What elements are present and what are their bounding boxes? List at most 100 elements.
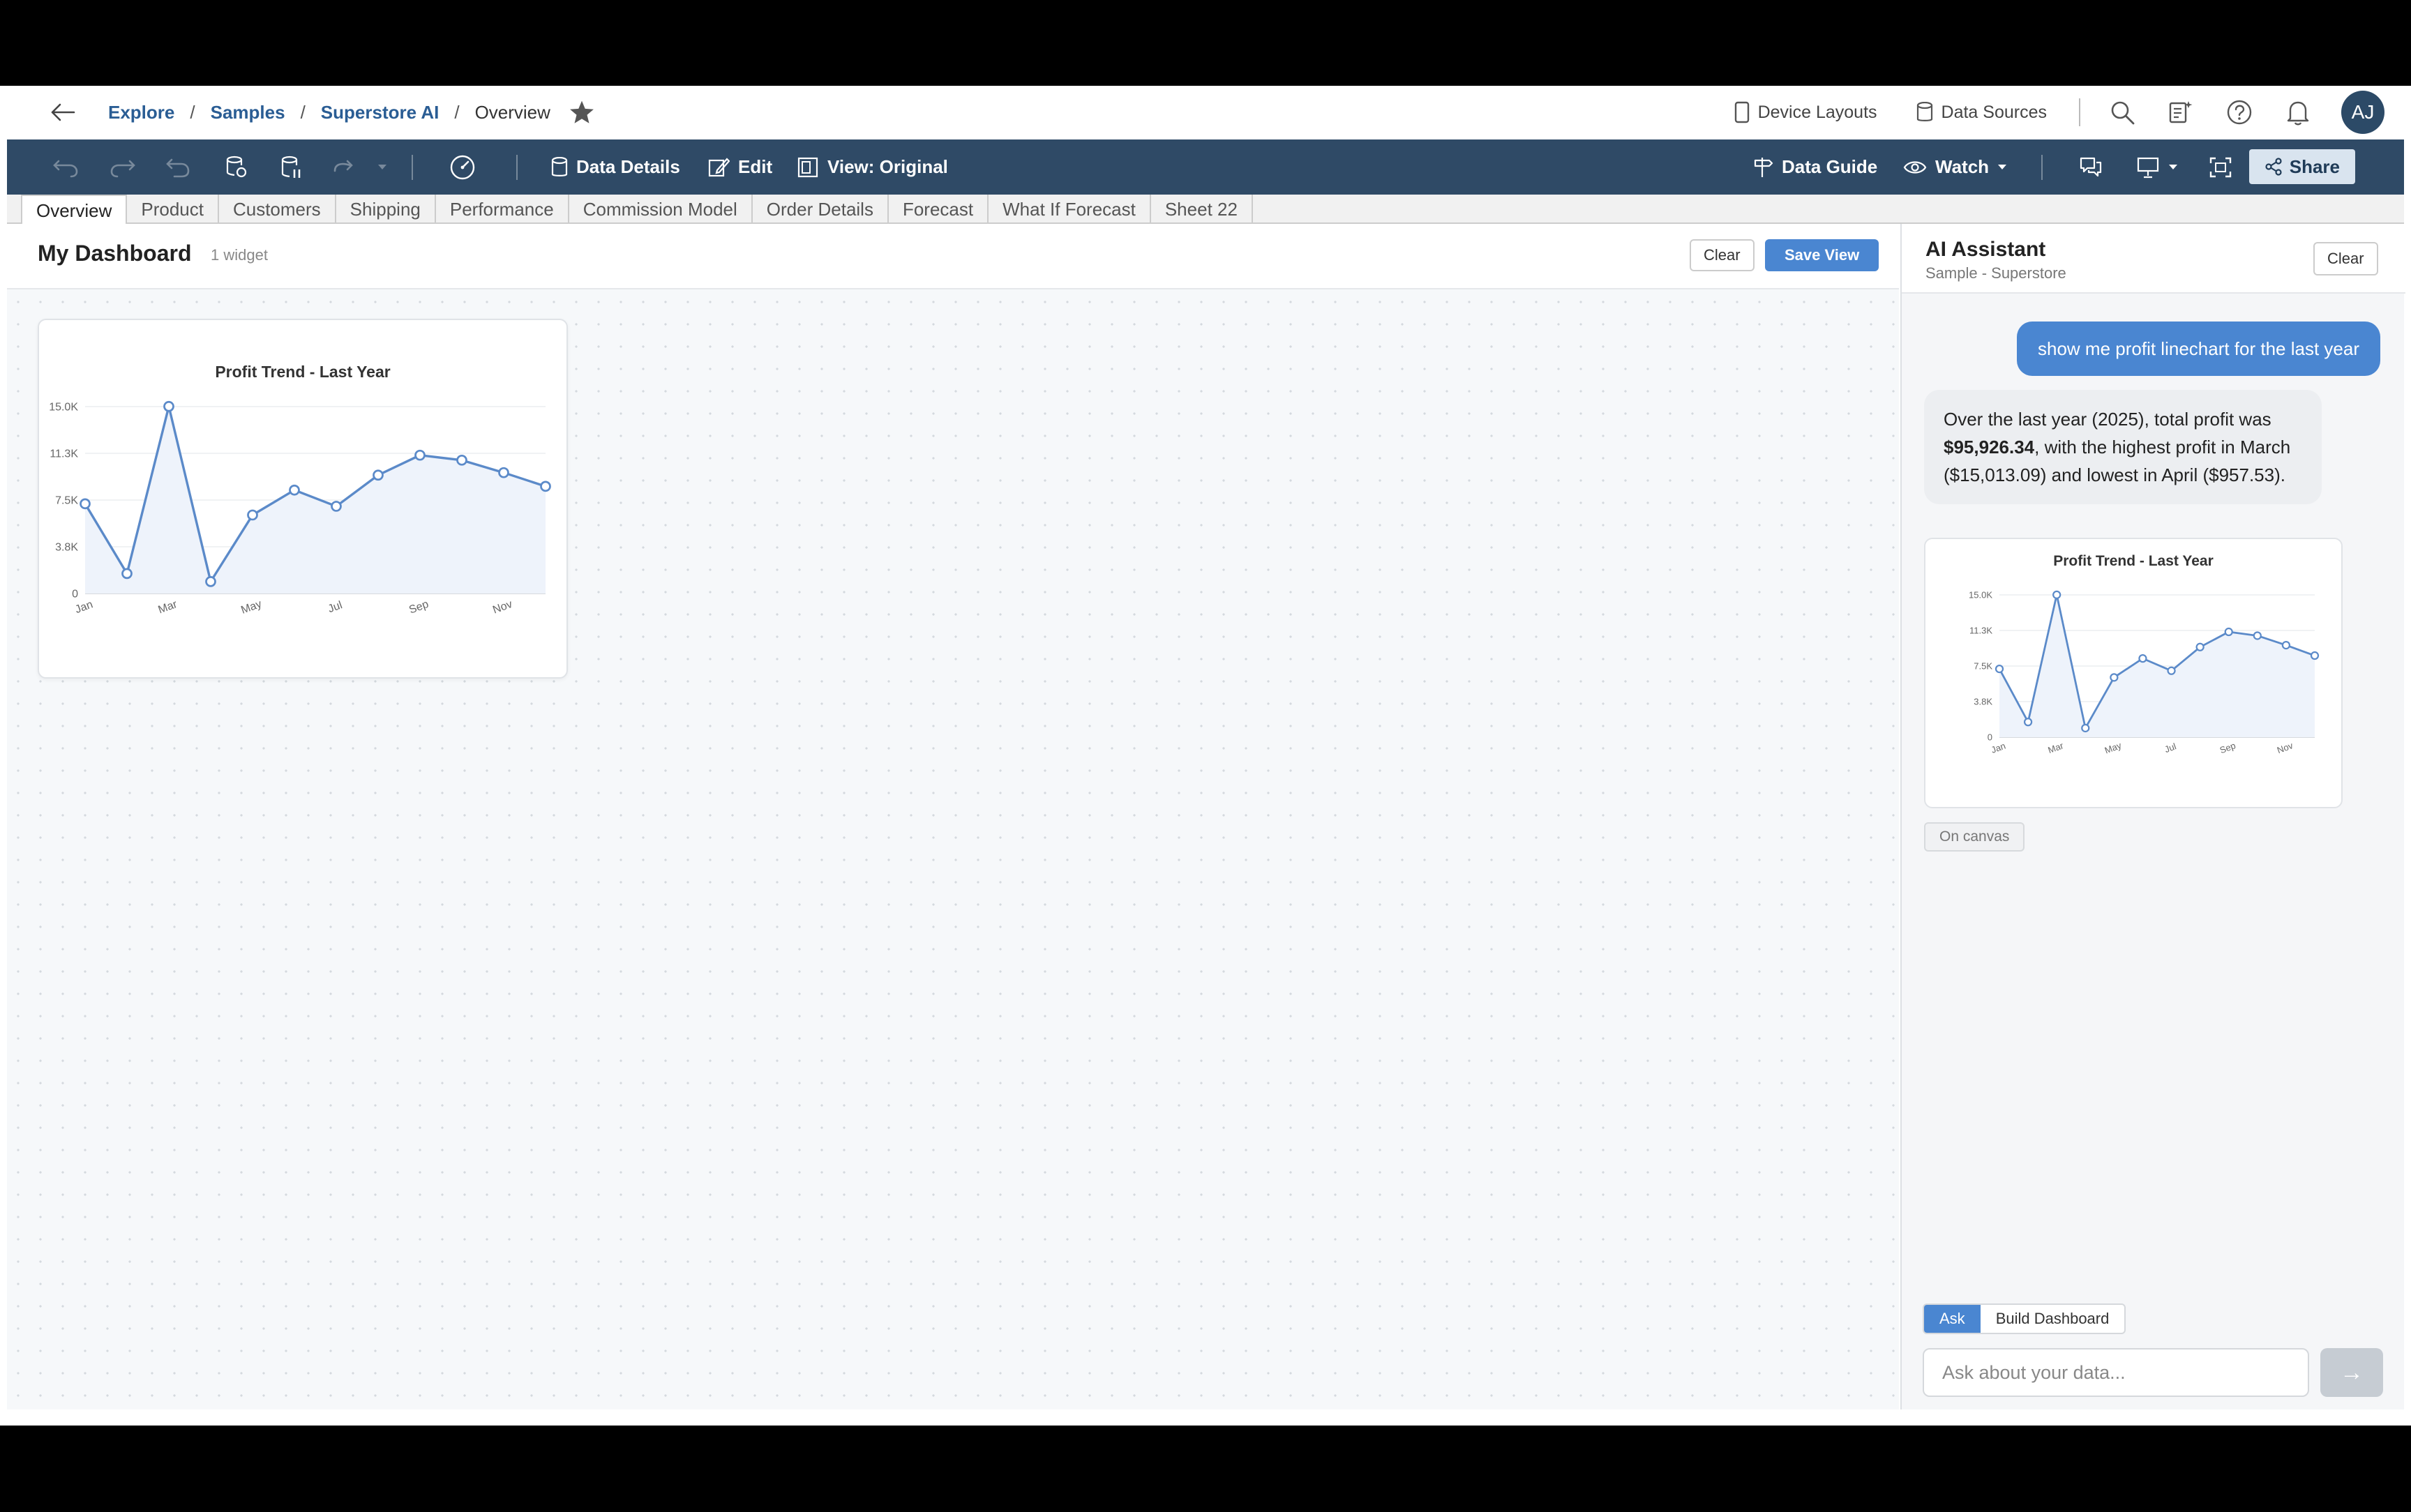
breadcrumb-superstore-ai[interactable]: Superstore AI	[321, 102, 440, 123]
tab-overview[interactable]: Overview	[21, 195, 128, 225]
performance-gauge-icon[interactable]	[449, 139, 476, 195]
clear-chat-button[interactable]: Clear	[2313, 242, 2378, 275]
chat-chart-card[interactable]: Profit Trend - Last Year 0 3.8K 7.5K 11.3K 15…	[1924, 538, 2343, 808]
x-tick-label: May	[239, 598, 263, 617]
y-tick-label: 15.0K	[1969, 590, 1992, 600]
data-sources-button[interactable]: Data Sources	[1916, 102, 2047, 123]
watch-label: Watch	[1935, 156, 1990, 177]
device-layouts-button[interactable]: Device Layouts	[1734, 101, 1877, 123]
tab-customers[interactable]: Customers	[219, 195, 336, 224]
user-message: show me profit linechart for the last ye…	[2017, 322, 2380, 376]
x-tick-label: Mar	[2047, 740, 2066, 755]
share-icon	[2265, 158, 2282, 176]
database-icon	[551, 156, 568, 176]
data-point	[498, 467, 509, 478]
data-point	[2310, 651, 2320, 660]
recommendations-icon[interactable]	[2165, 97, 2196, 128]
help-icon[interactable]	[2224, 97, 2255, 128]
x-tick-label: Jan	[73, 598, 94, 616]
data-point	[2110, 673, 2119, 682]
redo-icon[interactable]	[109, 139, 137, 195]
data-point	[289, 484, 300, 496]
edit-button[interactable]: Edit	[707, 139, 772, 195]
save-view-button[interactable]: Save View	[1765, 239, 1879, 271]
view-original-button[interactable]: View: Original	[797, 139, 948, 195]
signpost-icon	[1754, 157, 1773, 177]
dashboard-canvas: My Dashboard 1 widget Clear Save View Pr…	[7, 224, 1899, 1409]
replay-icon[interactable]	[332, 139, 357, 195]
pause-updates-icon[interactable]	[280, 139, 303, 195]
data-point	[2195, 642, 2205, 651]
edit-icon	[708, 157, 730, 176]
tab-product[interactable]: Product	[127, 195, 219, 224]
app-window: Explore / Samples / Superstore AI / Over…	[0, 86, 2411, 1426]
data-point	[247, 509, 258, 521]
data-point	[2281, 640, 2291, 650]
on-canvas-badge: On canvas	[1924, 822, 2025, 852]
chevron-down-icon	[1998, 164, 2007, 169]
breadcrumb-separator: /	[454, 101, 460, 123]
notifications-bell-icon[interactable]	[2283, 97, 2313, 128]
data-point	[2052, 590, 2061, 599]
chevron-down-icon[interactable]	[377, 139, 388, 195]
breadcrumb-explore[interactable]: Explore	[108, 102, 174, 123]
y-tick-label: 7.5K	[55, 495, 78, 507]
user-avatar[interactable]: AJ	[2341, 91, 2384, 134]
breadcrumb-samples[interactable]: Samples	[211, 102, 285, 123]
header-actions: Device Layouts Data Sources AJ	[1734, 86, 2411, 139]
send-arrow-icon[interactable]: →	[2320, 1348, 2383, 1397]
x-tick-label: Nov	[2276, 740, 2294, 755]
widget-count: 1 widget	[211, 246, 268, 264]
data-point	[80, 498, 91, 510]
area-fill	[85, 406, 546, 594]
data-point	[331, 501, 342, 512]
breadcrumb-separator: /	[190, 101, 195, 123]
data-point	[2253, 631, 2262, 640]
x-tick-label: Jan	[1990, 741, 2007, 755]
chart-widget[interactable]: Profit Trend - Last Year 0 3.8K 7.5K 11.3K 15…	[38, 319, 568, 679]
y-tick-label: 3.8K	[55, 542, 78, 554]
chart-title: Profit Trend - Last Year	[215, 363, 390, 381]
tab-commission-model[interactable]: Commission Model	[569, 195, 753, 224]
breadcrumb-current: Overview	[474, 101, 550, 123]
area-fill	[1999, 594, 2315, 737]
watch-button[interactable]: Watch	[1903, 139, 2007, 195]
share-button[interactable]: Share	[2248, 149, 2355, 184]
header-divider	[2079, 98, 2080, 126]
revert-icon[interactable]	[165, 139, 193, 195]
y-tick-label: 3.8K	[1974, 697, 1992, 707]
tab-performance[interactable]: Performance	[436, 195, 569, 224]
undo-icon[interactable]	[52, 139, 80, 195]
tab-forecast[interactable]: Forecast	[889, 195, 989, 224]
share-label: Share	[2289, 156, 2340, 177]
build-dashboard-mode-button[interactable]: Build Dashboard	[1981, 1305, 2125, 1333]
database-icon	[1916, 102, 1932, 121]
view-label: View: Original	[827, 156, 948, 177]
tab-sheet-22[interactable]: Sheet 22	[1151, 195, 1253, 224]
data-point	[414, 449, 426, 461]
fullscreen-icon[interactable]	[2209, 139, 2232, 195]
data-details-button[interactable]: Data Details	[551, 139, 680, 195]
tab-order-details[interactable]: Order Details	[753, 195, 889, 224]
assistant-message: Over the last year (2025), total profit …	[1924, 390, 2322, 504]
refresh-data-icon[interactable]	[225, 139, 247, 195]
search-icon[interactable]	[2107, 97, 2138, 128]
y-tick-label: 15.0K	[49, 402, 78, 414]
comments-icon[interactable]	[2079, 139, 2103, 195]
tab-what-if-forecast[interactable]: What If Forecast	[989, 195, 1151, 224]
ask-input[interactable]	[1923, 1348, 2309, 1397]
back-arrow-icon[interactable]	[46, 96, 80, 129]
data-sources-label: Data Sources	[1941, 102, 2047, 122]
clear-dashboard-button[interactable]: Clear	[1690, 239, 1755, 271]
tab-shipping[interactable]: Shipping	[336, 195, 436, 224]
present-icon[interactable]	[2136, 139, 2178, 195]
ask-mode-button[interactable]: Ask	[1924, 1305, 1981, 1333]
data-guide-button[interactable]: Data Guide	[1752, 139, 1877, 195]
ai-assistant-panel: AI Assistant Sample - Superstore Clear s…	[1900, 224, 2405, 1409]
device-icon	[1734, 101, 1749, 123]
assistant-title: AI Assistant	[1925, 238, 2046, 261]
favorite-star-icon[interactable]	[569, 100, 595, 125]
data-point	[2023, 718, 2033, 727]
x-tick-label: Sep	[407, 598, 430, 617]
chat-profit-trend-chart: Profit Trend - Last Year 0 3.8K 7.5K 11.3K 15…	[1969, 553, 2320, 756]
